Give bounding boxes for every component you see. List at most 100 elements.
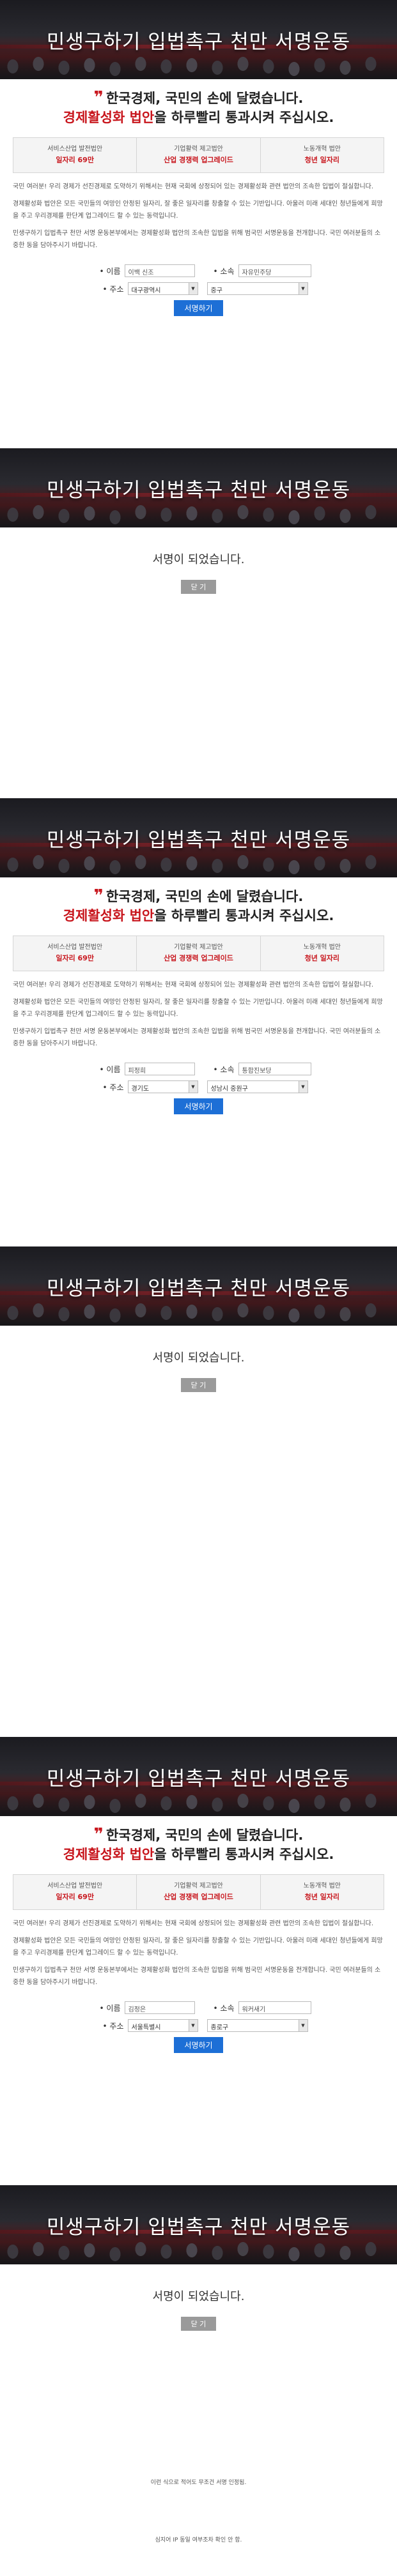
signature-done-section-2: 민생구하기 입법촉구 천만 서명운동 서명이 되었습니다. 닫 기 bbox=[0, 1246, 397, 1392]
goal-title: 노동개혁 법안 bbox=[303, 1883, 341, 1890]
district-value: 중구 bbox=[210, 287, 222, 294]
intro-paragraph: 민생구하기 입법촉구 천만 서명 운동본부에서는 경제활성화 법안의 조속한 입… bbox=[13, 230, 381, 249]
headline-line1: 한국경제, 국민의 손에 달렸습니다. bbox=[105, 91, 304, 106]
campaign-banner: 민생구하기 입법촉구 천만 서명운동 bbox=[0, 1246, 397, 1326]
affiliation-label: • 소속 bbox=[213, 2003, 235, 2013]
district-select[interactable]: 종로구 ▼ bbox=[206, 2019, 308, 2032]
signature-form-section-1: 민생구하기 입법촉구 천만 서명운동 ❞ 한국경제, 국민의 손에 달렸습니다. … bbox=[0, 0, 397, 322]
banner-title: 민생구하기 입법촉구 천만 서명운동 bbox=[46, 31, 351, 54]
signature-form: • 이름 이백 신조 • 소속 자유민주당 • 주소 대구광역시 ▼ 중구 ▼ 서명… bbox=[0, 257, 397, 322]
close-button[interactable]: 닫 기 bbox=[180, 580, 217, 594]
caption-note-1: 이런 식으로 적어도 무조건 서명 인정됨. bbox=[150, 2480, 247, 2486]
name-label: • 이름 bbox=[99, 1064, 121, 1074]
banner-title: 민생구하기 입법촉구 천만 서명운동 bbox=[46, 1768, 351, 1791]
address-label: • 주소 bbox=[102, 284, 124, 294]
submit-signature-button[interactable]: 서명하기 bbox=[174, 2037, 223, 2053]
quote-icon: ❞ bbox=[93, 886, 104, 905]
signature-done-section-1: 민생구하기 입법촉구 천만 서명운동 서명이 되었습니다. 닫 기 bbox=[0, 448, 397, 594]
goal-title: 서비스산업 발전법안 bbox=[47, 1883, 103, 1890]
city-value: 대구광역시 bbox=[131, 287, 161, 294]
goal-value: 청년 일자리 bbox=[304, 954, 340, 962]
headline-line2: 을 하루빨리 통과시켜 주십시오. bbox=[154, 110, 334, 125]
close-button[interactable]: 닫 기 bbox=[180, 1378, 217, 1392]
goal-industry: 기업활력 제고법안산업 경쟁력 업그레이드 bbox=[137, 936, 261, 971]
city-select[interactable]: 대구광역시 ▼ bbox=[127, 282, 198, 295]
affiliation-label: • 소속 bbox=[213, 266, 235, 276]
headline-line2: 을 하루빨리 통과시켜 주십시오. bbox=[154, 908, 334, 923]
intro-paragraph: 민생구하기 입법촉구 천만 서명 운동본부에서는 경제활성화 법안의 조속한 입… bbox=[13, 1967, 381, 1986]
campaign-banner: 민생구하기 입법촉구 천만 서명운동 bbox=[0, 0, 397, 79]
goal-service: 서비스산업 발전법안일자리 69만 bbox=[13, 1875, 137, 1909]
headline: ❞ 한국경제, 국민의 손에 달렸습니다. 경제활성화 법안을 하루빨리 통과시켜… bbox=[0, 1816, 397, 1870]
address-label: • 주소 bbox=[102, 2021, 124, 2031]
intro-paragraph: 경제활성화 법안은 모든 국민들의 여망인 안정된 일자리, 잘 좋은 일자리를… bbox=[13, 1937, 383, 1957]
chevron-down-icon: ▼ bbox=[298, 283, 307, 294]
goal-title: 노동개혁 법안 bbox=[303, 146, 341, 153]
signature-form: • 이름 피정희 • 소속 통합진보당 • 주소 경기도 ▼ 성남시 중원구 ▼ 서… bbox=[0, 1055, 397, 1121]
done-message: 서명이 되었습니다. bbox=[152, 2290, 245, 2303]
banner-title: 민생구하기 입법촉구 천만 서명운동 bbox=[46, 1277, 351, 1300]
name-input[interactable]: 이백 신조 bbox=[124, 264, 195, 277]
city-select[interactable]: 경기도 ▼ bbox=[127, 1080, 198, 1093]
headline-highlight: 경제활성화 법안 bbox=[63, 1847, 155, 1862]
campaign-banner: 민생구하기 입법촉구 천만 서명운동 bbox=[0, 2185, 397, 2264]
city-value: 경기도 bbox=[131, 1086, 150, 1093]
affiliation-input[interactable]: 자유민주당 bbox=[238, 264, 311, 277]
signature-form: • 이름 김정은 • 소속 워커새기 • 주소 서울특별시 ▼ 종로구 ▼ 서명하기 bbox=[0, 1994, 397, 2059]
quote-icon: ❞ bbox=[93, 1825, 104, 1844]
district-select[interactable]: 성남시 중원구 ▼ bbox=[206, 1080, 308, 1093]
intro-paragraph: 민생구하기 입법촉구 천만 서명 운동본부에서는 경제활성화 법안의 조속한 입… bbox=[13, 1028, 381, 1047]
done-message: 서명이 되었습니다. bbox=[152, 553, 245, 566]
banner-title: 민생구하기 입법촉구 천만 서명운동 bbox=[46, 479, 351, 502]
submit-signature-button[interactable]: 서명하기 bbox=[174, 300, 223, 316]
signature-form-section-3: 민생구하기 입법촉구 천만 서명운동 ❞ 한국경제, 국민의 손에 달렸습니다. … bbox=[0, 1737, 397, 2059]
quote-icon: ❞ bbox=[93, 88, 104, 107]
headline-highlight: 경제활성화 법안 bbox=[63, 110, 155, 125]
headline-line1: 한국경제, 국민의 손에 달렸습니다. bbox=[105, 889, 304, 904]
goal-title: 기업활력 제고법안 bbox=[174, 146, 223, 153]
submit-signature-button[interactable]: 서명하기 bbox=[174, 1098, 223, 1114]
district-select[interactable]: 중구 ▼ bbox=[206, 282, 308, 295]
district-value: 성남시 중원구 bbox=[210, 1086, 248, 1093]
affiliation-label: • 소속 bbox=[213, 1064, 235, 1074]
goal-value: 일자리 69만 bbox=[56, 156, 94, 164]
city-value: 서울특별시 bbox=[131, 2024, 161, 2031]
intro-paragraph: 국민 여러분! 우리 경제가 선진경제로 도약하기 위해서는 현재 국회에 상정… bbox=[13, 183, 374, 190]
goal-industry: 기업활력 제고법안산업 경쟁력 업그레이드 bbox=[137, 1875, 261, 1909]
headline-line1: 한국경제, 국민의 손에 달렸습니다. bbox=[105, 1828, 304, 1843]
intro-paragraph: 경제활성화 법안은 모든 국민들의 여망인 안정된 일자리, 잘 좋은 일자리를… bbox=[13, 201, 383, 220]
close-button[interactable]: 닫 기 bbox=[180, 2317, 217, 2331]
headline: ❞ 한국경제, 국민의 손에 달렸습니다. 경제활성화 법안을 하루빨리 통과시켜… bbox=[0, 79, 397, 133]
headline: ❞ 한국경제, 국민의 손에 달렸습니다. 경제활성화 법안을 하루빨리 통과시켜… bbox=[0, 877, 397, 932]
signature-form-section-2: 민생구하기 입법촉구 천만 서명운동 ❞ 한국경제, 국민의 손에 달렸습니다. … bbox=[0, 798, 397, 1121]
city-select[interactable]: 서울특별시 ▼ bbox=[127, 2019, 198, 2032]
name-label: • 이름 bbox=[99, 2003, 121, 2013]
goal-value: 청년 일자리 bbox=[304, 156, 340, 164]
chevron-down-icon: ▼ bbox=[188, 283, 198, 294]
goal-labor: 노동개혁 법안청년 일자리 bbox=[261, 138, 384, 172]
goal-industry: 기업활력 제고법안 산업 경쟁력 업그레이드 bbox=[137, 138, 261, 172]
goal-title: 기업활력 제고법안 bbox=[174, 944, 223, 951]
headline-line2: 을 하루빨리 통과시켜 주십시오. bbox=[154, 1847, 334, 1862]
goal-labor: 노동개혁 법안 청년 일자리 bbox=[261, 936, 384, 971]
goal-value: 일자리 69만 bbox=[56, 1893, 94, 1901]
affiliation-input[interactable]: 워커새기 bbox=[238, 2001, 311, 2014]
goal-labor: 노동개혁 법안청년 일자리 bbox=[261, 1875, 384, 1909]
campaign-banner: 민생구하기 입법촉구 천만 서명운동 bbox=[0, 1737, 397, 1816]
district-value: 종로구 bbox=[210, 2024, 229, 2031]
goal-value: 일자리 69만 bbox=[56, 954, 94, 962]
name-input[interactable]: 김정은 bbox=[124, 2001, 195, 2014]
goal-value: 산업 경쟁력 업그레이드 bbox=[164, 1893, 233, 1901]
goal-service: 서비스산업 발전법안 일자리 69만 bbox=[13, 138, 137, 172]
goal-value: 청년 일자리 bbox=[304, 1893, 340, 1901]
goal-title: 서비스산업 발전법안 bbox=[47, 944, 103, 951]
name-input[interactable]: 피정희 bbox=[124, 1063, 195, 1075]
goal-value: 산업 경쟁력 업그레이드 bbox=[164, 954, 233, 962]
goals-box: 서비스산업 발전법안 일자리 69만 기업활력 제고법안 산업 경쟁력 업그레이드 … bbox=[13, 936, 384, 971]
intro-paragraph: 경제활성화 법안은 모든 국민들의 여망인 안정된 일자리, 잘 좋은 일자리를… bbox=[13, 999, 383, 1018]
caption-note-2: 심지어 IP 동일 여부조차 확인 안 함. bbox=[155, 2537, 242, 2543]
chevron-down-icon: ▼ bbox=[188, 2020, 198, 2031]
goal-title: 기업활력 제고법안 bbox=[174, 1883, 223, 1890]
affiliation-input[interactable]: 통합진보당 bbox=[238, 1063, 311, 1075]
chevron-down-icon: ▼ bbox=[298, 1081, 307, 1093]
